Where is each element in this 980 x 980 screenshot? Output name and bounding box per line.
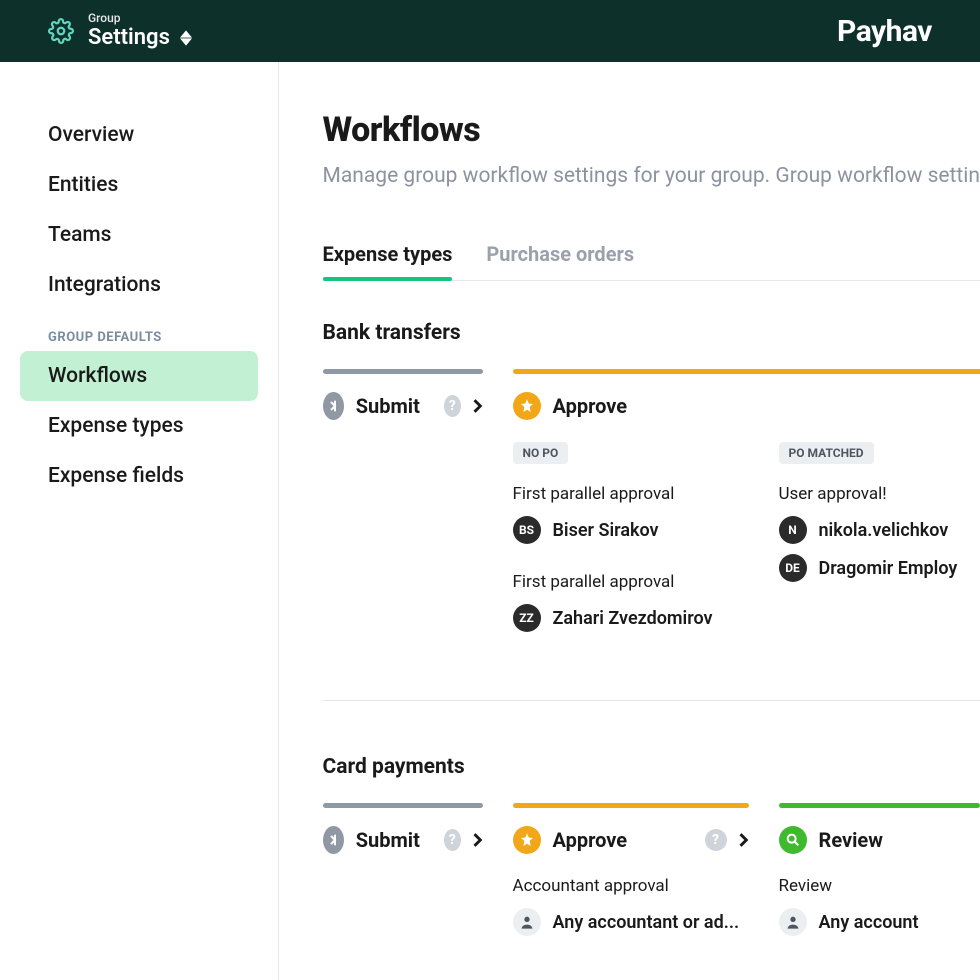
user-row[interactable]: DE Dragomir Employ [779,554,980,582]
approval-heading: User approval! [779,484,980,504]
stage-submit-label: Submit [356,828,420,852]
stage-review-label: Review [819,828,883,852]
stage-submit[interactable]: Submit ? [323,369,483,642]
sidebar-item-integrations[interactable]: Integrations [20,260,258,310]
star-icon [513,826,541,854]
stage-approve-right[interactable]: PO MATCHED User approval! N nikola.velic… [779,392,980,642]
sidebar-item-expense-types[interactable]: Expense types [20,401,258,451]
sidebar-section-label: GROUP DEFAULTS [20,310,258,351]
user-name: Biser Sirakov [553,520,659,541]
help-icon[interactable]: ? [444,829,461,851]
section-title-card-payments: Card payments [323,755,980,779]
stage-submit-label: Submit [356,394,420,418]
user-name: nikola.velichkov [819,520,949,541]
person-icon [513,908,541,936]
avatar: DE [779,554,807,582]
page-description: Manage group workflow settings for your … [323,164,980,188]
stage-bar-approve [513,803,749,808]
avatar: ZZ [513,604,541,632]
stage-approve-label: Approve [553,394,628,418]
card-payments-workflow: Submit ? Approve ? [323,803,980,946]
stage-submit[interactable]: Submit ? [323,803,483,946]
chevron-right-icon [739,828,749,852]
brand-logo: Payhav [837,14,932,49]
badge-po-matched: PO MATCHED [779,442,874,464]
approval-heading: Accountant approval [513,876,749,896]
stage-bar-approve [513,369,980,374]
user-row[interactable]: ZZ Zahari Zvezdomirov [513,604,749,632]
stage-review[interactable]: Review Review Any account [779,803,980,946]
divider [323,700,980,701]
submit-icon [323,392,344,420]
tabs: Expense types Purchase orders [323,242,980,281]
stage-approve-container: Approve NO PO First parallel approval BS… [513,369,980,642]
header-eyebrow: Group [88,12,192,25]
user-name: Dragomir Employ [819,558,958,579]
review-heading: Review [779,876,980,896]
app-header: Group Settings Payhav [0,0,980,62]
sidebar-item-expense-fields[interactable]: Expense fields [20,451,258,501]
chevron-right-icon [473,828,483,852]
sidebar-item-teams[interactable]: Teams [20,210,258,260]
stage-approve-label: Approve [553,828,628,852]
user-row[interactable]: BS Biser Sirakov [513,516,749,544]
help-icon[interactable]: ? [444,395,461,417]
help-icon[interactable]: ? [705,829,727,851]
sidebar-item-workflows[interactable]: Workflows [20,351,258,401]
page-title: Workflows [323,110,980,150]
user-row[interactable]: Any account [779,908,980,936]
submit-icon [323,826,344,854]
user-row[interactable]: N nikola.velichkov [779,516,980,544]
updown-icon[interactable] [180,30,192,46]
user-name: Zahari Zvezdomirov [553,608,713,629]
stage-approve-left[interactable]: Approve NO PO First parallel approval BS… [513,392,749,642]
chevron-right-icon [473,394,483,418]
gear-icon [48,18,74,44]
badge-no-po: NO PO [513,442,569,464]
header-left-group[interactable]: Group Settings [48,12,192,49]
section-title-bank-transfers: Bank transfers [323,321,980,345]
stage-bar-review [779,803,980,808]
star-icon [513,392,541,420]
approval-heading: First parallel approval [513,484,749,504]
sidebar-item-entities[interactable]: Entities [20,160,258,210]
stage-bar-submit [323,369,483,374]
user-row[interactable]: Any accountant or ad... [513,908,749,936]
user-name: Any account [819,912,919,933]
approval-heading: First parallel approval [513,572,749,592]
avatar: N [779,516,807,544]
avatar: BS [513,516,541,544]
person-icon [779,908,807,936]
stage-bar-submit [323,803,483,808]
bank-transfers-workflow: Submit ? A [323,369,980,642]
stage-approve[interactable]: Approve ? Accountant approval Any accoun… [513,803,749,946]
tab-expense-types[interactable]: Expense types [323,242,453,280]
user-name: Any accountant or ad... [553,912,740,933]
main-content: Workflows Manage group workflow settings… [279,62,980,980]
sidebar: Overview Entities Teams Integrations GRO… [0,62,279,980]
tab-purchase-orders[interactable]: Purchase orders [486,242,634,280]
header-title: Settings [88,26,170,50]
sidebar-item-overview[interactable]: Overview [20,110,258,160]
magnifier-icon [779,826,807,854]
